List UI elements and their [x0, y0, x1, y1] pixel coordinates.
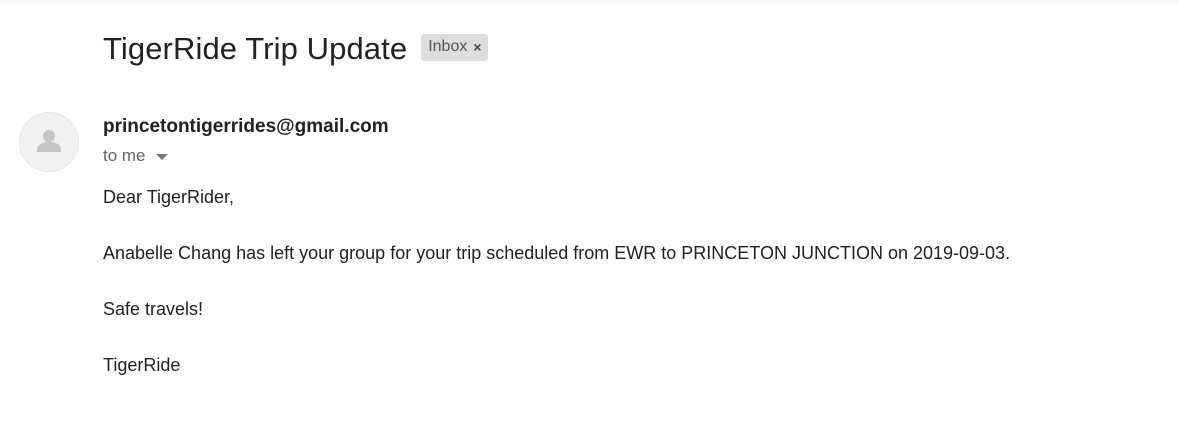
message-line: Anabelle Chang has left your group for y… [103, 243, 1011, 263]
email-subject: TigerRide Trip Update [103, 31, 408, 66]
email-body: Dear TigerRider, Anabelle Chang has left… [103, 186, 1010, 410]
subject-row: TigerRide Trip Update Inbox × [103, 28, 488, 70]
recipient-text: to me [103, 146, 146, 165]
greeting-line: Dear TigerRider, [103, 187, 235, 207]
label-text: Inbox [428, 38, 468, 55]
caret-down-icon[interactable] [155, 154, 168, 160]
sender-email[interactable]: princetontigerrides@gmail.com [103, 116, 389, 138]
recipient-line[interactable]: to me [103, 146, 168, 166]
closing-line: Safe travels! [103, 299, 204, 319]
sender-avatar[interactable] [19, 112, 79, 172]
close-icon[interactable]: × [473, 39, 481, 55]
person-icon [37, 130, 61, 152]
signature-line: TigerRide [103, 355, 181, 375]
top-shadow [0, 0, 1178, 6]
inbox-label-chip[interactable]: Inbox × [421, 33, 488, 61]
